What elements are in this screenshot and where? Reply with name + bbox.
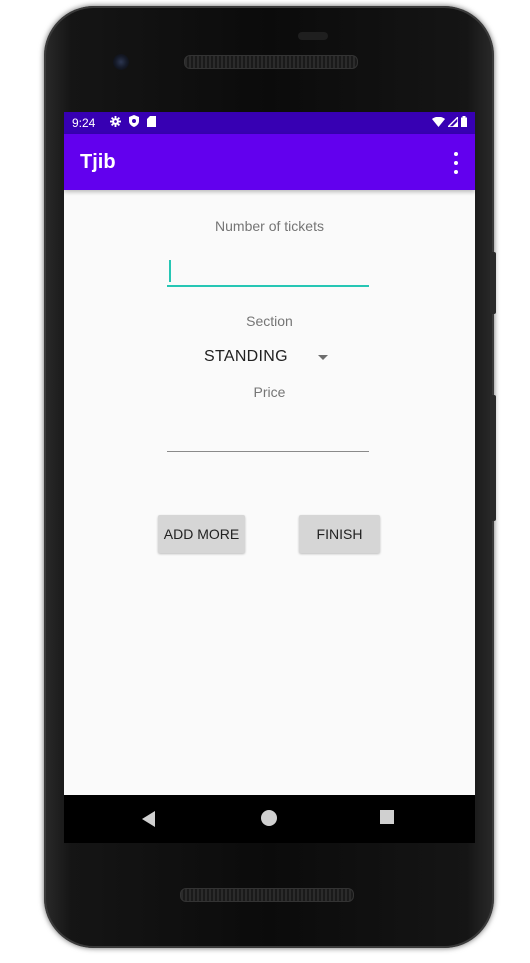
overflow-dot (454, 161, 458, 165)
wifi-icon (432, 116, 445, 130)
price-input[interactable] (167, 418, 369, 452)
section-selected-value: STANDING (204, 348, 288, 365)
tickets-label: Number of tickets (215, 218, 324, 234)
power-button (490, 252, 496, 314)
recents-icon[interactable] (380, 810, 394, 824)
overflow-dot (454, 152, 458, 156)
section-spinner[interactable]: STANDING (204, 345, 328, 369)
back-icon[interactable] (142, 811, 155, 827)
earpiece-speaker (184, 55, 358, 69)
app-title: Tjib (80, 151, 116, 173)
price-label: Price (253, 384, 286, 400)
status-icons-right (432, 115, 467, 130)
bottom-speaker (180, 888, 354, 902)
app-bar: Tjib (64, 134, 475, 190)
screen: 9:24 Tjib Number of tickets Section STAN… (64, 112, 475, 795)
overflow-dot (454, 170, 458, 174)
status-time: 9:24 (72, 116, 96, 130)
signal-icon (446, 115, 459, 130)
status-icons-left (110, 115, 156, 130)
overflow-menu-icon[interactable] (451, 152, 461, 174)
text-cursor (169, 260, 171, 282)
dropdown-arrow-icon (317, 354, 328, 360)
sd-card-icon (147, 115, 156, 130)
navigation-bar (64, 795, 475, 843)
section-label: Section (246, 313, 293, 329)
form-content: Number of tickets Section STANDING Price… (64, 190, 475, 795)
volume-button (490, 395, 496, 521)
add-more-button[interactable]: ADD MORE (158, 515, 245, 553)
tickets-input[interactable] (167, 253, 369, 287)
stage: 9:24 Tjib Number of tickets Section STAN… (0, 0, 530, 963)
finish-button[interactable]: FINISH (299, 515, 380, 553)
status-bar: 9:24 (64, 112, 475, 134)
shield-icon (129, 115, 139, 130)
front-camera (113, 54, 129, 70)
settings-icon (110, 115, 121, 130)
battery-icon (461, 116, 467, 130)
top-slot (298, 32, 328, 40)
home-icon[interactable] (261, 810, 277, 826)
